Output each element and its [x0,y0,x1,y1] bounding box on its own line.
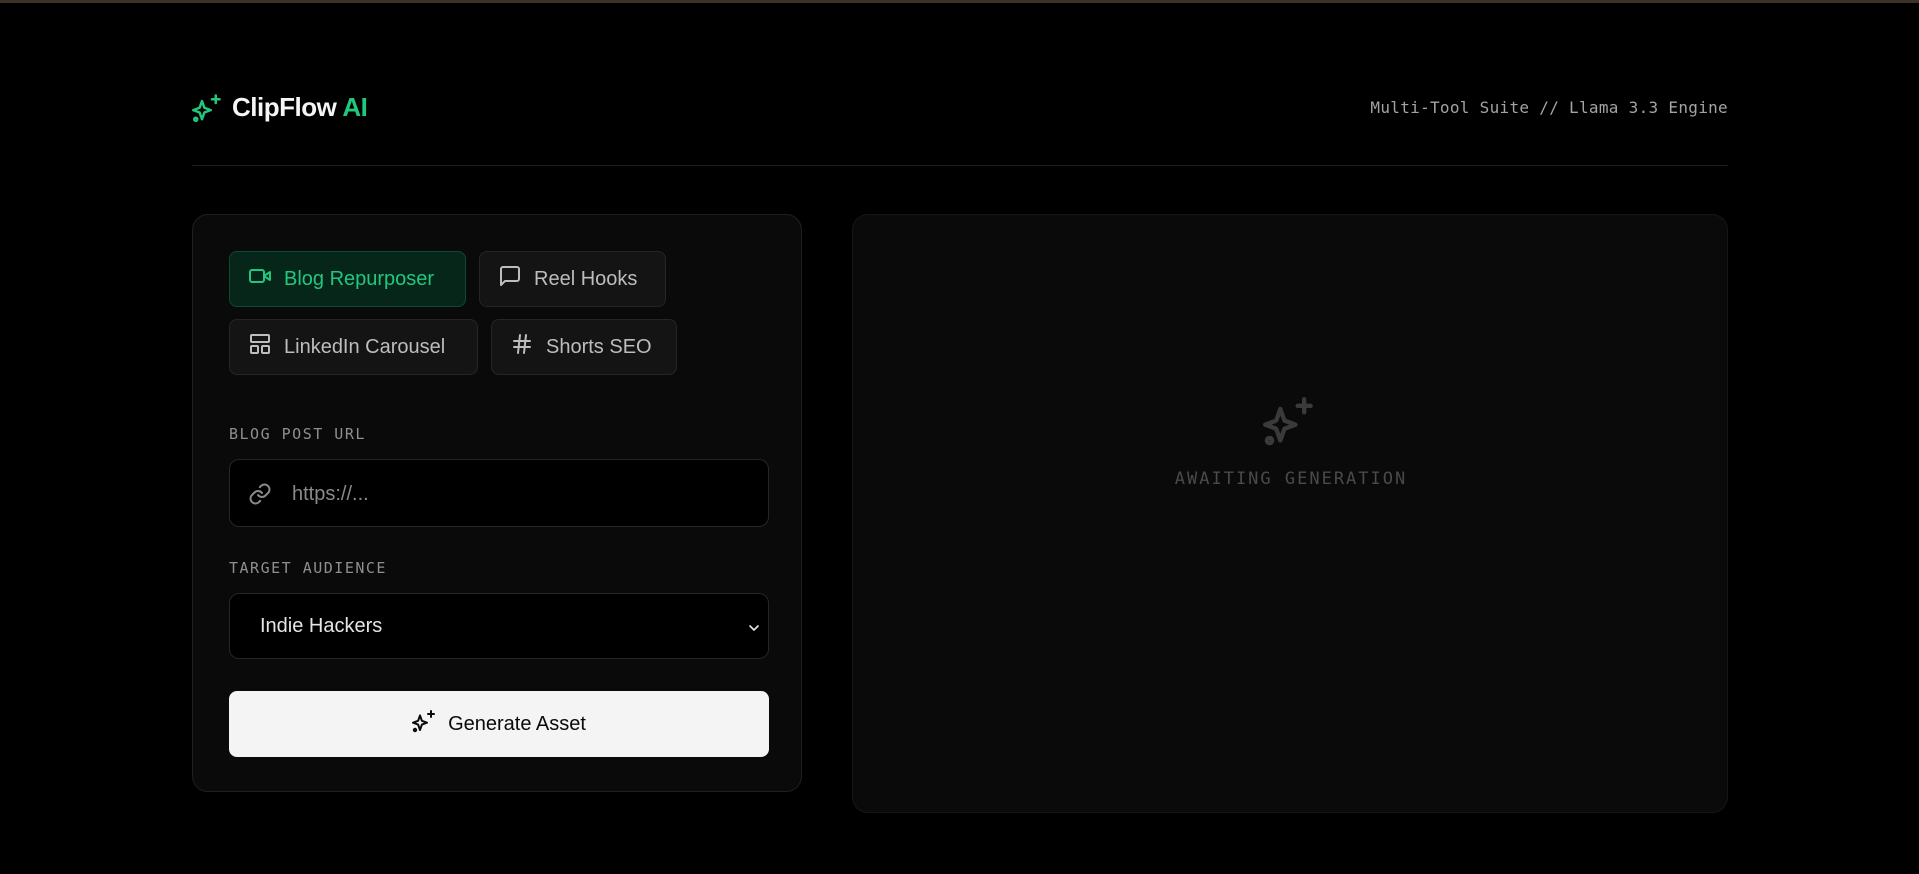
tab-label: LinkedIn Carousel [284,335,446,358]
message-square-icon [498,264,522,294]
audience-label: TARGET AUDIENCE [229,559,387,577]
tool-panel: Blog Repurposer Reel Hooks LinkedIn Caro… [192,214,802,792]
video-icon [248,264,272,294]
sparkles-icon [412,709,436,739]
generate-button[interactable]: Generate Asset [229,691,769,757]
url-field[interactable] [229,459,769,528]
layout-icon [248,332,272,362]
tab-label: Blog Repurposer [284,267,435,290]
header-divider [192,165,1728,166]
sparkles-icon [192,93,222,123]
tab-shorts-seo[interactable]: Shorts SEO [491,319,677,375]
tab-blog-repurposer[interactable]: Blog Repurposer [229,251,466,307]
chevron-down-icon [746,620,762,641]
tab-reel-hooks[interactable]: Reel Hooks [479,251,666,307]
brand-accent: AI [342,92,368,122]
brand-name: ClipFlow AI [232,92,368,122]
brand[interactable]: ClipFlow AI [192,92,368,123]
url-label: BLOG POST URL [229,425,366,443]
sparkles-icon [1263,395,1315,452]
awaiting-status: AWAITING GENERATION [1174,469,1408,489]
generate-label: Generate Asset [448,712,586,735]
url-input[interactable] [290,460,754,528]
top-strip [0,0,1919,3]
tab-label: Shorts SEO [546,335,652,358]
tab-label: Reel Hooks [534,267,638,290]
engine-label: Multi-Tool Suite // Llama 3.3 Engine [1370,98,1728,117]
link-icon [248,482,272,511]
audience-select[interactable]: Indie Hackers [229,593,769,659]
output-panel: AWAITING GENERATION [852,214,1728,813]
tab-linkedin-carousel[interactable]: LinkedIn Carousel [229,319,478,375]
audience-value: Indie Hackers [260,615,383,637]
hash-icon [510,332,534,362]
header: ClipFlow AI Multi-Tool Suite // Llama 3.3… [192,88,1728,128]
